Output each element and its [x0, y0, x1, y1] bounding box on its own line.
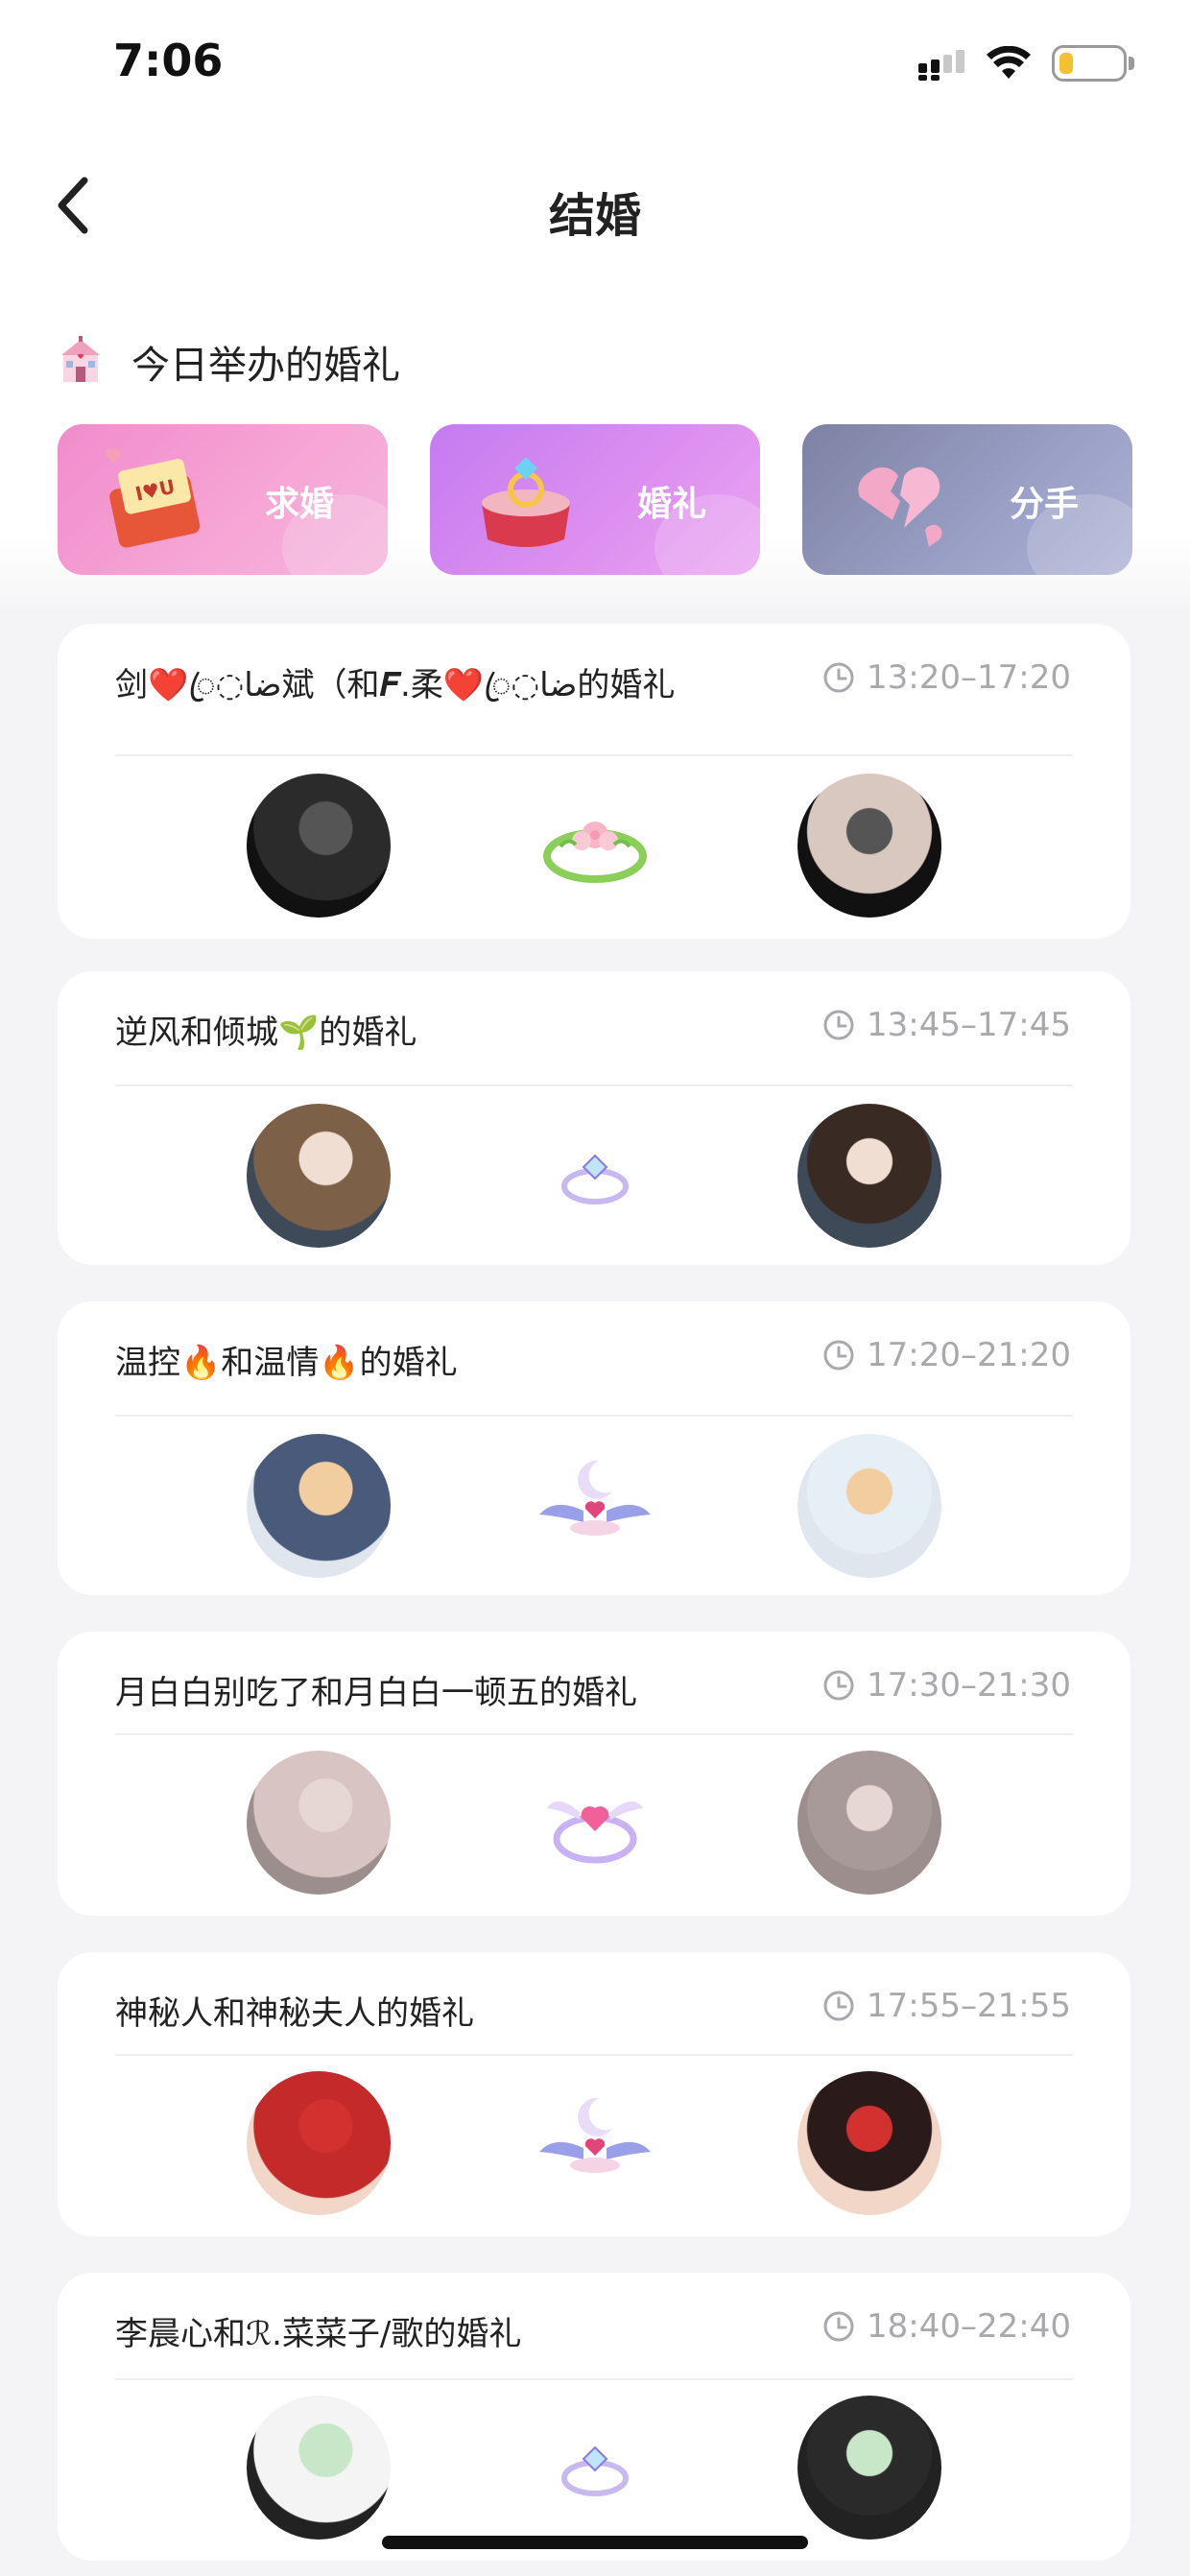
wedding-title: 逆风和倾城🌱的婚礼: [115, 1014, 417, 1052]
wedding-title: 神秘人和神秘夫人的婚礼: [115, 1994, 474, 2033]
propose-label: 求婚: [264, 485, 334, 524]
clock-icon: [823, 1670, 854, 1701]
love-letter-icon: I♥U: [105, 448, 201, 548]
bride-avatar[interactable]: [797, 2396, 941, 2540]
chapel-icon: [61, 336, 100, 382]
clock-icon: [823, 662, 854, 693]
diamond-ring-icon: [561, 2445, 629, 2496]
wedding-title: 李晨心和ℛ.菜菜子/歌的婚礼: [115, 2315, 522, 2353]
clock-icon: [823, 1340, 854, 1371]
broken-heart-icon: [858, 466, 942, 547]
wedding-time-group: 17:30–21:30: [822, 1666, 1071, 1705]
wedding-title: 月白白别吃了和月白白一顿五的婚礼: [115, 1674, 637, 1712]
winged-moon-ring-icon: [539, 2097, 651, 2173]
card-divider: [115, 1415, 1073, 1417]
wedding-card[interactable]: 逆风和倾城🌱的婚礼 13:45–17:45: [58, 971, 1130, 1265]
wedding-button[interactable]: 婚礼: [430, 424, 760, 575]
groom-avatar[interactable]: [247, 1104, 391, 1248]
card-divider: [115, 2054, 1073, 2056]
wedding-time: 13:20–17:20: [867, 658, 1071, 697]
wedding-title: 温控🔥和温情🔥的婚礼: [115, 1344, 458, 1382]
clock-icon: [823, 2311, 854, 2342]
card-divider: [115, 1733, 1073, 1735]
wedding-title: 剑❤️ꦿ◌ضا斌（和𝑭.柔❤️ꦿ◌ضا的婚礼: [115, 666, 676, 704]
battery-icon: [1052, 45, 1127, 82]
winged-heart-ring-icon: [547, 1801, 643, 1864]
bride-avatar[interactable]: [797, 1104, 941, 1248]
clock-icon: [823, 1010, 854, 1040]
wedding-time: 17:55–21:55: [867, 1987, 1071, 2025]
clock-icon: [823, 1991, 854, 2021]
wedding-time-group: 13:20–17:20: [822, 658, 1071, 697]
bride-avatar[interactable]: [797, 774, 941, 918]
wedding-time: 18:40–22:40: [867, 2307, 1071, 2346]
groom-avatar[interactable]: [247, 1434, 391, 1578]
breakup-label: 分手: [1009, 485, 1079, 524]
battery-cap: [1129, 57, 1134, 70]
groom-avatar[interactable]: [247, 774, 391, 918]
card-divider: [115, 2378, 1073, 2380]
winged-moon-ring-icon: [539, 1460, 651, 1536]
wedding-label: 婚礼: [636, 485, 706, 524]
wedding-time-group: 17:20–21:20: [822, 1336, 1071, 1374]
cellular-signal-icon: [918, 50, 964, 81]
page-title: 结婚: [548, 189, 641, 243]
card-divider: [115, 754, 1073, 756]
ring-box-icon: [482, 457, 570, 547]
groom-avatar[interactable]: [247, 1751, 391, 1895]
wedding-time-group: 18:40–22:40: [822, 2307, 1071, 2346]
bride-avatar[interactable]: [797, 2071, 941, 2215]
diamond-ring-icon: [561, 1154, 629, 1205]
wedding-card[interactable]: 神秘人和神秘夫人的婚礼 17:55–21:55: [58, 1952, 1130, 2236]
status-time: 7:06: [113, 35, 224, 86]
wedding-time: 17:30–21:30: [867, 1666, 1071, 1705]
wedding-card[interactable]: 温控🔥和温情🔥的婚礼 17:20–21:20: [58, 1301, 1130, 1595]
home-indicator: [382, 2536, 808, 2549]
bride-avatar[interactable]: [797, 1434, 941, 1578]
wedding-card[interactable]: 剑❤️ꦿ◌ضا斌（和𝑭.柔❤️ꦿ◌ضا的婚礼 13:20–17:20: [58, 624, 1130, 939]
wedding-time-group: 17:55–21:55: [822, 1987, 1071, 2025]
section-title: 今日举办的婚礼: [131, 344, 400, 388]
wedding-time: 17:20–21:20: [867, 1336, 1071, 1374]
wedding-time: 13:45–17:45: [867, 1006, 1071, 1044]
groom-avatar[interactable]: [247, 2396, 391, 2540]
wedding-card[interactable]: 月白白别吃了和月白白一顿五的婚礼 17:30–21:30: [58, 1632, 1130, 1916]
wedding-card[interactable]: 李晨心和ℛ.菜菜子/歌的婚礼 18:40–22:40: [58, 2273, 1130, 2561]
bride-avatar[interactable]: [797, 1751, 941, 1895]
propose-button[interactable]: I♥U 求婚: [58, 424, 388, 575]
card-divider: [115, 1085, 1073, 1086]
wedding-time-group: 13:45–17:45: [822, 1006, 1071, 1044]
breakup-button[interactable]: 分手: [802, 424, 1132, 575]
wifi-icon: [987, 46, 1031, 79]
flower-ring-icon: [543, 822, 647, 883]
groom-avatar[interactable]: [247, 2071, 391, 2215]
